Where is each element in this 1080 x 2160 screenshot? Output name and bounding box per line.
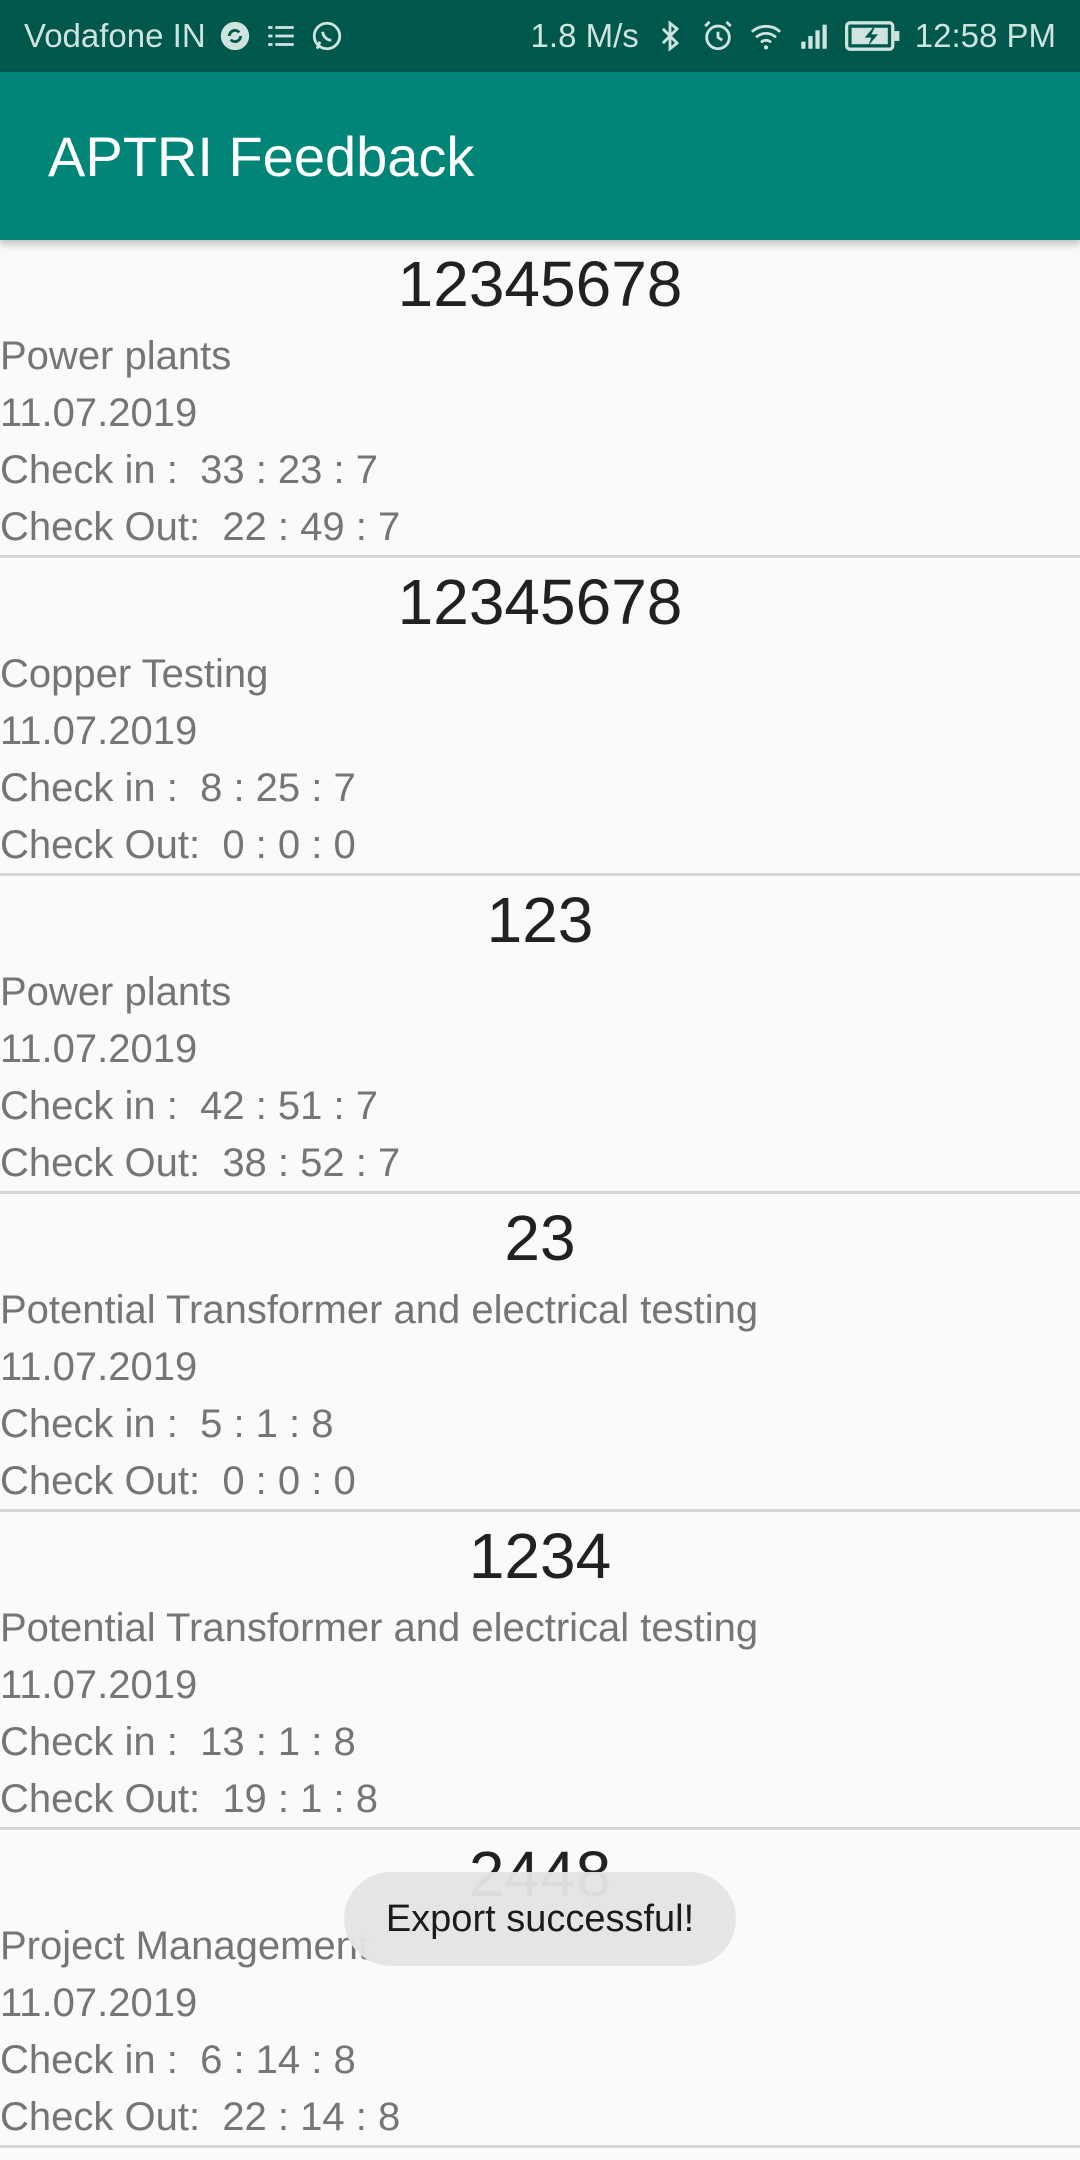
entry-date: 11.07.2019 bbox=[0, 1981, 198, 2025]
check-in-label: Check in : bbox=[0, 448, 178, 492]
list-item[interactable]: 1234 Potential Transformer and electrica… bbox=[0, 1512, 1080, 1830]
entry-check-in: Check in : 13 : 1 : 8 bbox=[0, 1718, 356, 1766]
carrier-name: Vodafone IN bbox=[24, 17, 206, 54]
network-speed: 1.8 M/s bbox=[530, 17, 639, 54]
check-in-value: 33 : 23 : 7 bbox=[200, 448, 379, 492]
check-in-value: 6 : 14 : 8 bbox=[200, 2038, 356, 2082]
whatsapp-icon bbox=[310, 19, 344, 53]
status-right: 1.8 M/s 12:58 PM bbox=[531, 17, 1056, 55]
entry-id: 123 bbox=[486, 884, 594, 956]
entry-id: 12345678 bbox=[397, 248, 683, 320]
entry-category: Potential Transformer and electrical tes… bbox=[0, 1606, 759, 1650]
check-out-value: 22 : 14 : 8 bbox=[222, 2095, 401, 2139]
check-in-label: Check in : bbox=[0, 1402, 178, 1446]
entry-date: 11.07.2019 bbox=[0, 1663, 198, 1707]
check-in-label: Check in : bbox=[0, 2038, 178, 2082]
check-out-label: Check Out: bbox=[0, 1777, 201, 1821]
bluetooth-icon bbox=[653, 19, 687, 53]
entry-id: 1234 bbox=[468, 1520, 612, 1592]
check-out-value: 38 : 52 : 7 bbox=[222, 1141, 401, 1185]
check-in-value: 8 : 25 : 7 bbox=[200, 766, 356, 810]
entry-category: Copper Testing bbox=[0, 652, 269, 696]
feedback-list[interactable]: 12345678 Power plants 11.07.2019 Check i… bbox=[0, 240, 1080, 2148]
battery-charging-icon bbox=[844, 19, 901, 53]
sync-icon bbox=[218, 19, 252, 53]
list-item[interactable]: 23 Potential Transformer and electrical … bbox=[0, 1194, 1080, 1512]
entry-category: Project Management bbox=[0, 1924, 370, 1968]
entry-check-in: Check in : 6 : 14 : 8 bbox=[0, 2036, 356, 2084]
check-out-label: Check Out: bbox=[0, 505, 201, 549]
app-title: APTRI Feedback bbox=[48, 124, 475, 188]
entry-check-out: Check Out: 22 : 14 : 8 bbox=[0, 2093, 400, 2141]
check-out-value: 0 : 0 : 0 bbox=[222, 1459, 356, 1503]
status-bar: Vodafone IN 1.8 M/s 12:58 PM bbox=[0, 0, 1080, 72]
entry-check-in: Check in : 33 : 23 : 7 bbox=[0, 446, 378, 494]
check-out-value: 0 : 0 : 0 bbox=[222, 823, 356, 867]
list-icon bbox=[264, 19, 298, 53]
entry-date: 11.07.2019 bbox=[0, 709, 198, 753]
entry-date: 11.07.2019 bbox=[0, 1345, 198, 1389]
entry-category: Power plants bbox=[0, 970, 232, 1014]
app-bar: APTRI Feedback bbox=[0, 72, 1080, 240]
entry-id: 23 bbox=[504, 1202, 576, 1274]
check-out-value: 19 : 1 : 8 bbox=[222, 1777, 378, 1821]
check-in-value: 5 : 1 : 8 bbox=[200, 1402, 334, 1446]
check-in-label: Check in : bbox=[0, 766, 178, 810]
entry-check-in: Check in : 42 : 51 : 7 bbox=[0, 1082, 378, 1130]
entry-check-out: Check Out: 38 : 52 : 7 bbox=[0, 1139, 400, 1187]
entry-date: 11.07.2019 bbox=[0, 391, 198, 435]
check-in-label: Check in : bbox=[0, 1084, 178, 1128]
list-item[interactable]: 123 Power plants 11.07.2019 Check in : 4… bbox=[0, 876, 1080, 1194]
check-in-label: Check in : bbox=[0, 1720, 178, 1764]
export-toast: Export successful! bbox=[344, 1872, 736, 1966]
entry-check-out: Check Out: 0 : 0 : 0 bbox=[0, 1457, 356, 1505]
check-out-label: Check Out: bbox=[0, 823, 201, 867]
check-out-value: 22 : 49 : 7 bbox=[222, 505, 401, 549]
signal-icon bbox=[797, 19, 831, 53]
entry-id: 12345678 bbox=[397, 566, 683, 638]
wifi-icon bbox=[749, 19, 783, 53]
entry-check-out: Check Out: 0 : 0 : 0 bbox=[0, 821, 356, 869]
check-in-value: 42 : 51 : 7 bbox=[200, 1084, 379, 1128]
check-out-label: Check Out: bbox=[0, 1459, 201, 1503]
status-left: Vodafone IN bbox=[24, 17, 344, 55]
clock: 12:58 PM bbox=[914, 17, 1056, 54]
list-item[interactable]: 12345678 Copper Testing 11.07.2019 Check… bbox=[0, 558, 1080, 876]
entry-check-out: Check Out: 19 : 1 : 8 bbox=[0, 1775, 378, 1823]
check-out-label: Check Out: bbox=[0, 2095, 201, 2139]
entry-check-in: Check in : 8 : 25 : 7 bbox=[0, 764, 356, 812]
entry-category: Potential Transformer and electrical tes… bbox=[0, 1288, 759, 1332]
list-item[interactable]: 12345678 Power plants 11.07.2019 Check i… bbox=[0, 240, 1080, 558]
check-in-value: 13 : 1 : 8 bbox=[200, 1720, 356, 1764]
entry-date: 11.07.2019 bbox=[0, 1027, 198, 1071]
check-out-label: Check Out: bbox=[0, 1141, 201, 1185]
entry-category: Power plants bbox=[0, 334, 232, 378]
entry-check-out: Check Out: 22 : 49 : 7 bbox=[0, 503, 400, 551]
alarm-icon bbox=[701, 19, 735, 53]
entry-check-in: Check in : 5 : 1 : 8 bbox=[0, 1400, 334, 1448]
